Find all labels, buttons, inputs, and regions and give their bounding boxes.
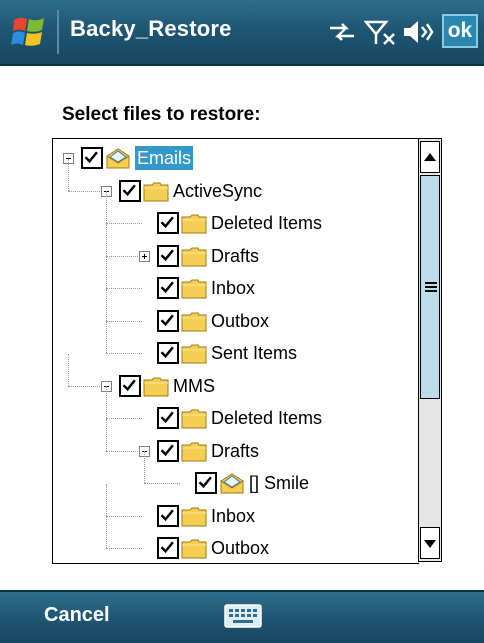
title-bar: Backy_Restore ok <box>0 0 484 66</box>
tree-row[interactable]: Emails <box>53 142 419 174</box>
envelope-icon <box>219 472 245 494</box>
tree-connector <box>106 515 142 517</box>
windows-start-icon[interactable] <box>10 12 50 52</box>
tree-checkbox[interactable] <box>119 374 141 397</box>
volume-icon[interactable] <box>402 18 436 46</box>
expand-icon[interactable] <box>139 250 150 262</box>
keyboard-icon[interactable] <box>224 604 262 628</box>
folder-icon <box>181 440 207 462</box>
tree-checkbox[interactable] <box>157 277 179 299</box>
tree-checkbox[interactable] <box>157 537 179 559</box>
scroll-down-button[interactable] <box>420 527 440 559</box>
up-arrow-icon <box>424 153 436 161</box>
tree-connector <box>106 321 107 353</box>
tree-checkbox[interactable] <box>157 244 179 267</box>
tree-connector <box>106 191 107 223</box>
tree-item-label[interactable]: ActiveSync <box>173 179 262 203</box>
tree-item-label[interactable]: Deleted Items <box>211 406 322 430</box>
ok-button[interactable]: ok <box>442 14 478 48</box>
tree-connector <box>144 483 180 484</box>
tree-connector <box>106 483 107 516</box>
tree-item-label[interactable]: Outbox <box>211 309 269 333</box>
tree-connector <box>106 450 142 452</box>
tree-connector <box>106 418 142 419</box>
tree-checkbox[interactable] <box>157 504 179 527</box>
folder-icon <box>181 505 207 527</box>
tree-row[interactable]: [] Smile <box>53 451 419 499</box>
softkey-bar: Cancel <box>0 590 484 643</box>
tree-checkbox[interactable] <box>81 147 103 169</box>
tree-row[interactable]: ActiveSync <box>53 158 419 207</box>
folder-icon <box>181 277 207 299</box>
folder-icon <box>181 245 207 267</box>
tree-connector <box>106 223 107 256</box>
tree-row[interactable]: Sent Items <box>53 321 419 369</box>
tree-connector <box>106 288 142 289</box>
tree-connector <box>106 386 107 418</box>
scroll-thumb[interactable] <box>420 175 440 399</box>
tree-connector <box>106 353 142 354</box>
tree-connector <box>106 548 142 549</box>
tree-item-label[interactable]: Inbox <box>211 276 255 300</box>
down-arrow-icon <box>424 540 436 548</box>
folder-icon <box>181 342 207 364</box>
tree-row[interactable]: Drafts <box>53 418 419 467</box>
grip-icon <box>425 282 437 294</box>
tree-item-label[interactable]: Drafts <box>211 244 259 268</box>
tree-connector <box>144 451 145 483</box>
tree-item-label[interactable]: MMS <box>173 374 215 398</box>
vertical-scrollbar[interactable] <box>418 138 442 562</box>
tree-row[interactable]: Drafts <box>53 223 419 272</box>
cancel-softkey[interactable]: Cancel <box>44 604 110 627</box>
tree-connector <box>106 288 107 321</box>
folder-icon <box>143 375 169 397</box>
connectivity-icon[interactable] <box>326 18 358 46</box>
tree-connector <box>106 320 142 322</box>
tree-row[interactable]: Inbox <box>53 483 419 532</box>
file-tree[interactable]: Emails ActiveSync Deleted Items Drafts Inbox… <box>52 138 419 564</box>
folder-icon <box>181 310 207 332</box>
tree-connector <box>106 256 107 288</box>
tree-connector <box>68 158 69 191</box>
tree-connector <box>68 385 104 387</box>
tree-checkbox[interactable] <box>157 309 179 332</box>
no-signal-icon[interactable] <box>364 18 398 46</box>
tree-checkbox[interactable] <box>157 212 179 234</box>
tree-item-label[interactable]: Emails <box>135 146 194 170</box>
scroll-up-button[interactable] <box>420 141 440 173</box>
tree-row[interactable]: Outbox <box>53 516 419 563</box>
tree-connector <box>68 190 104 192</box>
tree-item-label[interactable]: Sent Items <box>211 341 297 365</box>
tree-row[interactable]: Inbox <box>53 256 419 304</box>
tree-item-label[interactable]: Inbox <box>211 504 255 528</box>
tree-connector <box>106 418 107 451</box>
tree-row[interactable]: MMS <box>53 353 419 402</box>
tree-checkbox[interactable] <box>157 407 179 429</box>
folder-icon <box>181 537 207 559</box>
folder-icon <box>181 212 207 234</box>
tree-connector <box>106 516 107 548</box>
tree-connector <box>106 223 142 224</box>
folder-icon <box>143 180 169 202</box>
tree-checkbox[interactable] <box>119 179 141 202</box>
tree-checkbox[interactable] <box>157 342 179 364</box>
app-title: Backy_Restore <box>70 16 232 41</box>
tree-item-label[interactable]: Deleted Items <box>211 211 322 235</box>
title-separator <box>57 10 59 54</box>
tree-checkbox[interactable] <box>195 472 217 494</box>
tree-row[interactable]: Deleted Items <box>53 191 419 239</box>
tree-row[interactable]: Outbox <box>53 288 419 337</box>
tree-connector <box>68 353 69 386</box>
tree-checkbox[interactable] <box>157 439 179 462</box>
folder-icon <box>181 407 207 429</box>
tree-item-label[interactable]: Drafts <box>211 439 259 463</box>
tree-connector <box>106 255 142 257</box>
page-heading: Select files to restore: <box>62 104 261 125</box>
tree-item-label[interactable]: [] Smile <box>249 471 309 495</box>
tree-item-label[interactable]: Outbox <box>211 536 269 560</box>
tree-row[interactable]: Deleted Items <box>53 386 419 434</box>
envelope-icon <box>105 147 131 169</box>
